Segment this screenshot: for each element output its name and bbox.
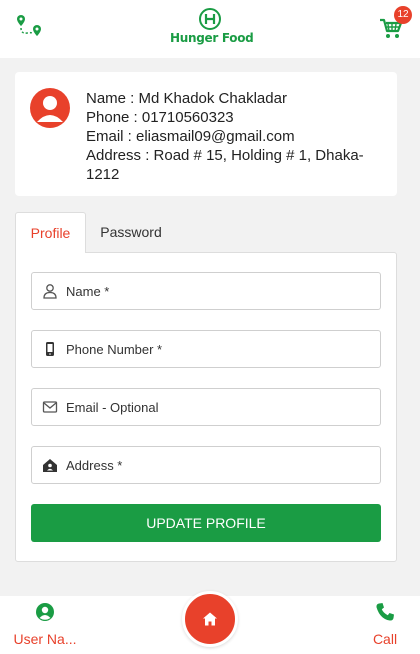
home-icon	[203, 612, 217, 626]
nav-call[interactable]: Call	[360, 602, 410, 647]
nav-call-label: Call	[372, 631, 398, 647]
profile-info: Name : Md Khadok Chakladar Phone : 01710…	[86, 89, 386, 184]
nav-user-account[interactable]: User Na...	[10, 602, 80, 647]
home-address-icon	[43, 459, 57, 472]
route-pin-icon[interactable]	[14, 12, 44, 42]
logo-text: Hunger Food	[170, 31, 254, 45]
profile-email: Email : eliasmail09@gmail.com	[86, 128, 295, 145]
address-input[interactable]	[66, 447, 366, 483]
profile-summary-card: Name : Md Khadok Chakladar Phone : 01710…	[15, 72, 397, 196]
name-field[interactable]	[31, 272, 381, 310]
email-field[interactable]	[31, 388, 381, 426]
mobile-phone-icon	[46, 342, 54, 356]
cart-button[interactable]: 12	[378, 6, 412, 42]
user-circle-icon	[36, 603, 54, 621]
nav-user-label: User Na...	[13, 631, 77, 647]
phone-input[interactable]	[66, 331, 366, 367]
address-field[interactable]	[31, 446, 381, 484]
update-profile-button[interactable]: UPDATE PROFILE	[31, 504, 381, 542]
user-icon	[43, 284, 57, 299]
profile-address: Address : Road # 15, Holding # 1, Dhaka-…	[86, 147, 364, 183]
brand-logo[interactable]: Hunger Food	[170, 8, 254, 50]
email-input[interactable]	[66, 389, 366, 425]
name-input[interactable]	[66, 273, 366, 309]
profile-name: Name : Md Khadok Chakladar	[86, 90, 287, 107]
profile-phone: Phone : 01710560323	[86, 109, 234, 126]
phone-icon	[376, 603, 394, 621]
phone-field[interactable]	[31, 330, 381, 368]
app-header: Hunger Food 12	[0, 0, 420, 58]
home-button[interactable]	[182, 591, 238, 647]
envelope-icon	[42, 401, 58, 413]
tab-password[interactable]: Password	[86, 212, 176, 253]
logo-icon	[199, 8, 221, 30]
avatar-icon	[30, 88, 70, 128]
tab-profile[interactable]: Profile	[15, 212, 86, 253]
cart-count-badge: 12	[394, 6, 412, 24]
profile-form: UPDATE PROFILE	[15, 252, 397, 562]
